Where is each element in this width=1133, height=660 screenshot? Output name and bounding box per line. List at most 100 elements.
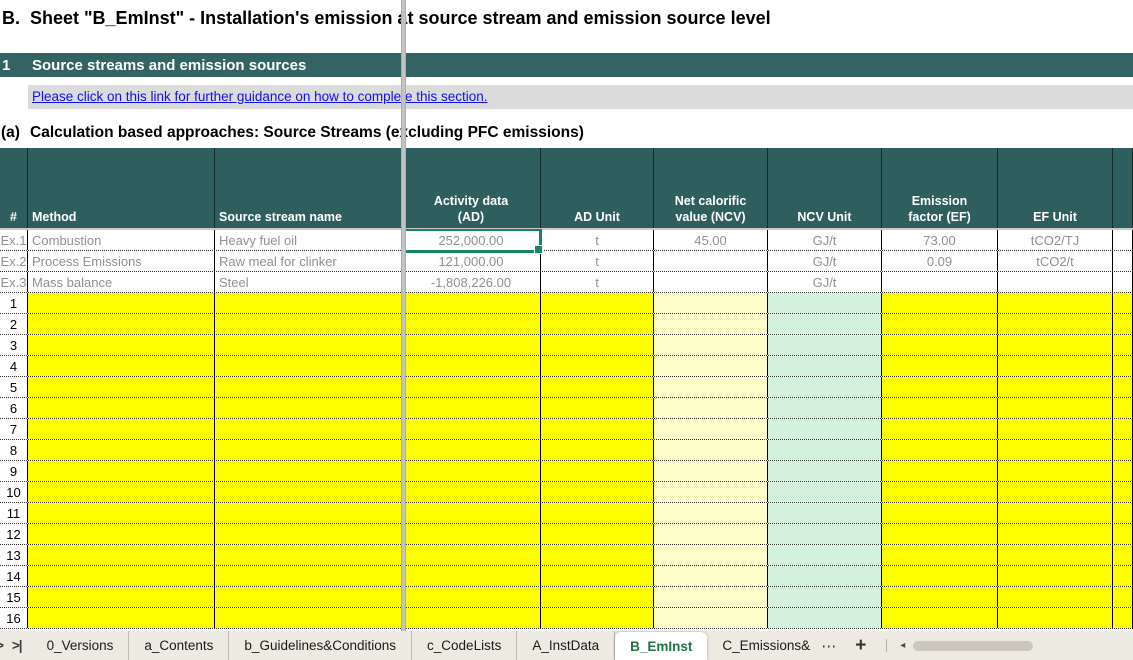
cell-ad[interactable]: -1,808,226.00 <box>402 272 541 292</box>
cell-ncv[interactable] <box>654 251 768 271</box>
cell-ad[interactable] <box>402 356 541 376</box>
cell-ncv_unit[interactable] <box>768 566 882 586</box>
cell-num[interactable]: 8 <box>0 440 28 460</box>
cell-ef_unit[interactable] <box>998 482 1113 502</box>
cell-source[interactable] <box>215 503 402 523</box>
cell-ad[interactable]: 121,000.00 <box>402 251 541 271</box>
cell-ad_unit[interactable] <box>541 440 654 460</box>
cell-ef[interactable]: 0.09 <box>882 251 998 271</box>
cell-ncv_unit[interactable] <box>768 587 882 607</box>
cell-method[interactable]: Process Emissions <box>28 251 215 271</box>
cell-ef_unit[interactable] <box>998 356 1113 376</box>
scroll-left-icon[interactable]: ◂ <box>900 640 905 651</box>
cell-ad[interactable] <box>402 545 541 565</box>
cell-extra[interactable] <box>1113 440 1133 460</box>
cell-ncv[interactable] <box>654 461 768 481</box>
cell-ef_unit[interactable] <box>998 293 1113 313</box>
cell-source[interactable] <box>215 440 402 460</box>
cell-num[interactable]: 1 <box>0 293 28 313</box>
cell-ad[interactable] <box>402 377 541 397</box>
cell-ef_unit[interactable] <box>998 608 1113 628</box>
cell-extra[interactable] <box>1113 335 1133 355</box>
cell-ncv[interactable] <box>654 566 768 586</box>
cell-extra[interactable] <box>1113 419 1133 439</box>
cell-ad_unit[interactable] <box>541 314 654 334</box>
cell-ad[interactable] <box>402 503 541 523</box>
cell-source[interactable] <box>215 398 402 418</box>
more-sheets-icon[interactable]: ⋯ <box>812 631 847 660</box>
cell-method[interactable] <box>28 503 215 523</box>
cell-ef[interactable] <box>882 335 998 355</box>
cell-extra[interactable] <box>1113 377 1133 397</box>
cell-ncv[interactable] <box>654 398 768 418</box>
cell-ad[interactable] <box>402 608 541 628</box>
cell-ad_unit[interactable] <box>541 545 654 565</box>
cell-ef[interactable] <box>882 503 998 523</box>
cell-num[interactable]: 13 <box>0 545 28 565</box>
cell-ncv_unit[interactable] <box>768 608 882 628</box>
cell-ncv_unit[interactable] <box>768 503 882 523</box>
cell-method[interactable] <box>28 545 215 565</box>
cell-ef[interactable] <box>882 545 998 565</box>
cell-ad_unit[interactable] <box>541 356 654 376</box>
cell-ef_unit[interactable] <box>998 419 1113 439</box>
cell-ef[interactable] <box>882 314 998 334</box>
cell-method[interactable] <box>28 587 215 607</box>
cell-ncv[interactable] <box>654 272 768 292</box>
cell-extra[interactable] <box>1113 356 1133 376</box>
cell-method[interactable] <box>28 608 215 628</box>
cell-ad[interactable] <box>402 335 541 355</box>
cell-ef[interactable] <box>882 461 998 481</box>
cell-ad[interactable] <box>402 566 541 586</box>
cell-ncv[interactable] <box>654 587 768 607</box>
cell-ad_unit[interactable] <box>541 293 654 313</box>
add-sheet-icon[interactable]: + <box>847 631 874 660</box>
cell-ef[interactable] <box>882 440 998 460</box>
sheet-tab-b-guidelines-conditions[interactable]: b_Guidelines&Conditions <box>229 631 412 660</box>
cell-num[interactable]: 2 <box>0 314 28 334</box>
cell-ad_unit[interactable] <box>541 419 654 439</box>
cell-method[interactable] <box>28 314 215 334</box>
cell-source[interactable] <box>215 587 402 607</box>
cell-ad_unit[interactable] <box>541 524 654 544</box>
cell-source[interactable] <box>215 293 402 313</box>
cell-ef[interactable] <box>882 293 998 313</box>
cell-ncv[interactable] <box>654 503 768 523</box>
cell-source[interactable] <box>215 419 402 439</box>
cell-num[interactable]: 6 <box>0 398 28 418</box>
cell-ad[interactable] <box>402 419 541 439</box>
cell-ef_unit[interactable] <box>998 398 1113 418</box>
cell-ncv[interactable] <box>654 356 768 376</box>
cell-ad[interactable] <box>402 461 541 481</box>
cell-ef_unit[interactable] <box>998 314 1113 334</box>
cell-num[interactable]: 15 <box>0 587 28 607</box>
cell-source[interactable]: Heavy fuel oil <box>215 230 402 250</box>
cell-method[interactable] <box>28 566 215 586</box>
cell-ad_unit[interactable] <box>541 608 654 628</box>
cell-ncv_unit[interactable] <box>768 524 882 544</box>
cell-ad_unit[interactable] <box>541 503 654 523</box>
cell-ad[interactable] <box>402 440 541 460</box>
cell-ad_unit[interactable] <box>541 566 654 586</box>
cell-method[interactable]: Mass balance <box>28 272 215 292</box>
cell-method[interactable] <box>28 398 215 418</box>
cell-ncv_unit[interactable] <box>768 335 882 355</box>
cell-source[interactable] <box>215 524 402 544</box>
cell-num[interactable]: 3 <box>0 335 28 355</box>
cell-ad_unit[interactable] <box>541 587 654 607</box>
cell-ef_unit[interactable] <box>998 440 1113 460</box>
cell-num[interactable]: 7 <box>0 419 28 439</box>
cell-num[interactable]: Ex.3 <box>0 272 28 292</box>
sheet-tab-a-instdata[interactable]: A_InstData <box>517 631 615 660</box>
active-cell-border[interactable] <box>403 229 542 253</box>
cell-num[interactable]: 5 <box>0 377 28 397</box>
freeze-pane-divider[interactable] <box>401 0 406 631</box>
cell-ad[interactable] <box>402 314 541 334</box>
cell-ad_unit[interactable] <box>541 461 654 481</box>
cell-extra[interactable] <box>1113 566 1133 586</box>
cell-ef_unit[interactable] <box>998 545 1113 565</box>
cell-source[interactable] <box>215 461 402 481</box>
cell-source[interactable] <box>215 314 402 334</box>
cell-ef_unit[interactable]: tCO2/t <box>998 251 1113 271</box>
cell-ad_unit[interactable] <box>541 335 654 355</box>
